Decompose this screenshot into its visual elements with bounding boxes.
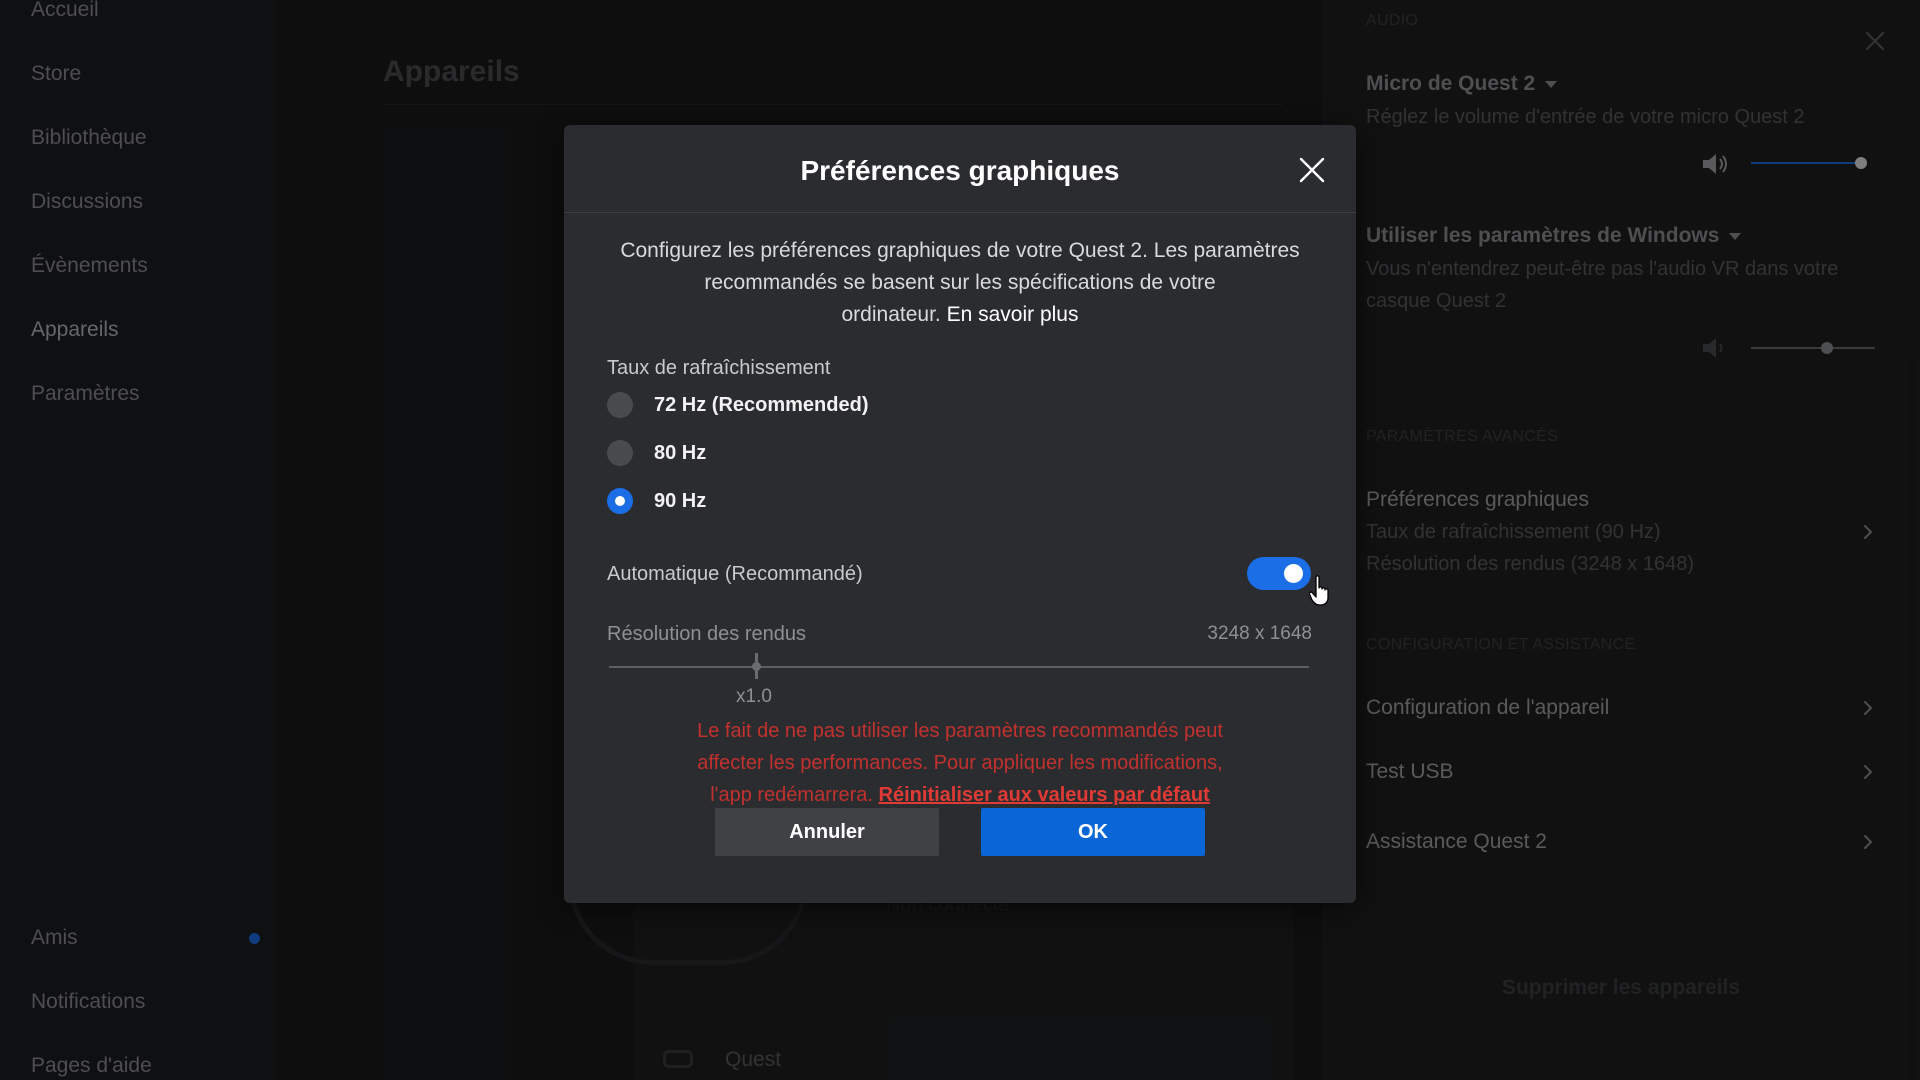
ok-button[interactable]: OK [981, 808, 1205, 856]
learn-more-link[interactable]: En savoir plus [947, 303, 1079, 326]
description-line: Configurez les préférences graphiques de… [620, 239, 1300, 262]
description-line: ordinateur. En savoir plus [612, 299, 1308, 331]
radio-button-selected[interactable] [607, 488, 633, 514]
radio-label: 72 Hz (Recommended) [654, 394, 869, 416]
warning-text: l'app redémarrera. [710, 784, 873, 806]
dialog-description: Configurez les préférences graphiques de… [612, 235, 1308, 331]
warning-message: Le fait de ne pas utiliser les paramètre… [660, 715, 1260, 811]
dialog-header: Préférences graphiques [564, 125, 1356, 213]
warning-line: affecter les performances. Pour applique… [697, 752, 1223, 774]
description-text: ordinateur. [841, 303, 941, 326]
reset-defaults-link[interactable]: Réinitialiser aux valeurs par défaut [879, 784, 1210, 806]
radio-button[interactable] [607, 440, 633, 466]
cancel-button[interactable]: Annuler [715, 808, 939, 856]
dialog-title: Préférences graphiques [800, 155, 1120, 186]
resolution-label: Résolution des rendus [607, 623, 807, 645]
auto-toggle[interactable] [1247, 557, 1311, 590]
graphics-preferences-dialog: Préférences graphiques Configurez les pr… [564, 125, 1356, 903]
toggle-knob [1284, 564, 1303, 583]
refresh-rate-label: Taux de rafraîchissement [607, 357, 831, 379]
description-line: recommandés se basent sur les spécificat… [704, 271, 1216, 294]
radio-label: 80 Hz [654, 442, 707, 464]
close-icon[interactable] [1297, 155, 1327, 185]
resolution-scale: x1.0 [736, 686, 772, 707]
warning-line: Le fait de ne pas utiliser les paramètre… [697, 720, 1223, 742]
resolution-slider[interactable] [609, 666, 1309, 668]
resolution-value: 3248 x 1648 [1207, 623, 1312, 644]
resolution-slider-thumb[interactable] [752, 653, 761, 679]
auto-label: Automatique (Recommandé) [607, 563, 863, 585]
radio-label: 90 Hz [654, 490, 707, 512]
warning-line: l'app redémarrera. Réinitialiser aux val… [660, 779, 1260, 811]
radio-button[interactable] [607, 392, 633, 418]
